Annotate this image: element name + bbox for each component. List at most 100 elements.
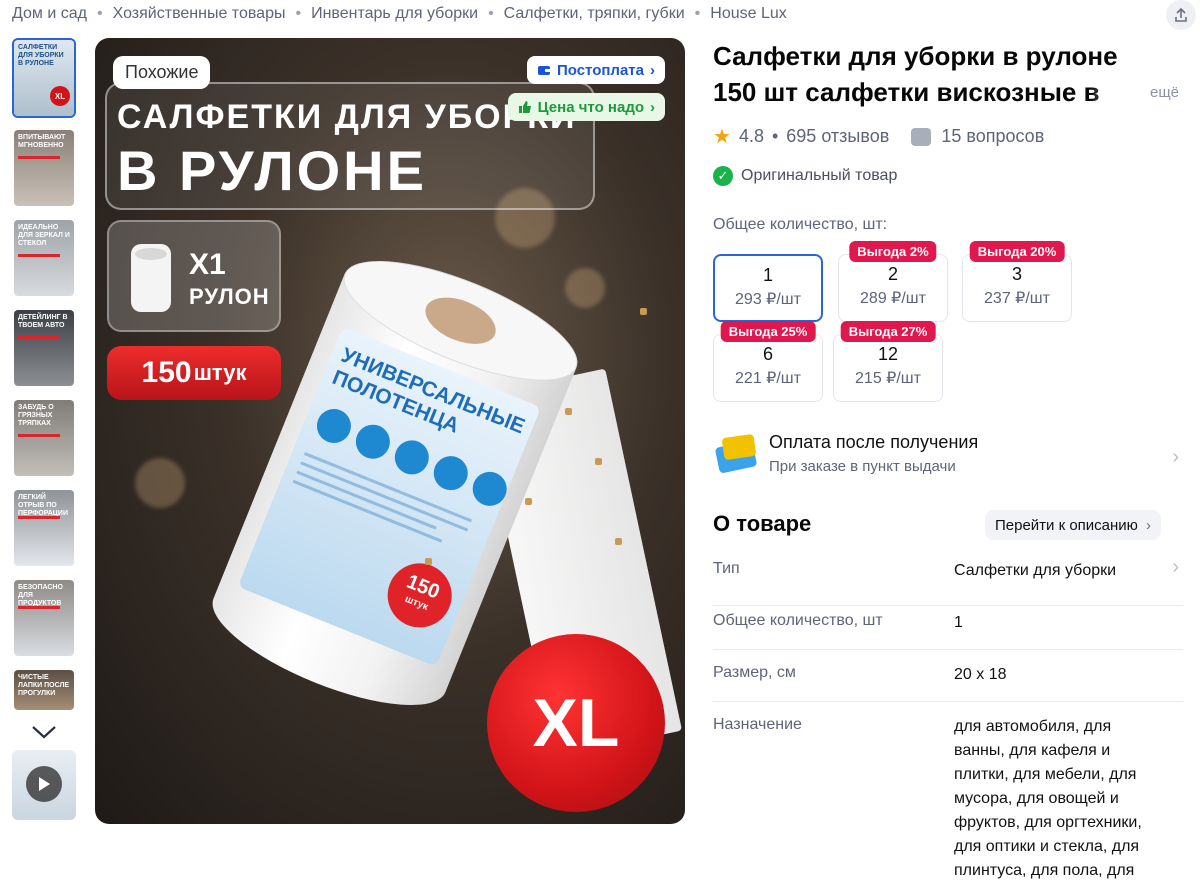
headline-line-2: В РУЛОНЕ: [117, 139, 427, 202]
spec-row[interactable]: Тип Салфетки для уборки ›: [713, 556, 1183, 606]
star-icon: ★: [713, 126, 731, 148]
option-qty: 2: [887, 264, 898, 284]
thumb-strip: [18, 434, 60, 437]
breadcrumb-separator: •: [488, 5, 494, 22]
discount-badge: Выгода 27%: [840, 321, 936, 342]
quantity-option[interactable]: Выгода 27% 12 215 ₽/шт: [833, 321, 943, 402]
product-title: Салфетки для уборки в рулоне 150 шт салф…: [713, 41, 1118, 107]
quantity-option[interactable]: Выгода 25% 6 221 ₽/шт: [713, 321, 823, 402]
breadcrumb-item[interactable]: Дом и сад: [12, 5, 87, 23]
rating-value: 4.8: [738, 126, 764, 146]
thumb-strip: [18, 254, 60, 257]
crumb-particle: [425, 558, 432, 565]
breadcrumb-item[interactable]: Инвентарь для уборки: [311, 5, 478, 23]
breadcrumb-separator: •: [96, 5, 103, 22]
questions-link[interactable]: 15 вопросов: [941, 126, 1044, 147]
reviews-link[interactable]: 695 отзывов: [786, 126, 889, 147]
title-fade: [1090, 78, 1150, 114]
gallery-video-thumb[interactable]: [12, 750, 76, 820]
crumb-particle: [565, 408, 572, 415]
spec-row: Общее количество, шт 1: [713, 608, 1183, 650]
check-icon: ✓: [713, 166, 733, 186]
chevron-right-icon: ›: [650, 61, 655, 79]
breadcrumb-item[interactable]: Хозяйственные товары: [113, 5, 286, 23]
option-price: 289 ₽/шт: [860, 290, 926, 307]
discount-badge: Выгода 2%: [849, 241, 937, 262]
original-label: Оригинальный товар: [741, 167, 898, 184]
package-count-badge: 150 штук: [378, 553, 462, 638]
option-qty: 6: [762, 344, 773, 364]
share-button[interactable]: [1166, 0, 1196, 30]
pieces-number: 150: [141, 356, 192, 389]
crumb-particle: [640, 308, 647, 315]
thumb-strip: [18, 336, 60, 339]
roll-count-box: X1 РУЛОН: [107, 220, 281, 332]
quantity-option[interactable]: Выгода 2% 2 289 ₽/шт: [838, 241, 948, 322]
spec-key: Общее количество, шт: [713, 612, 883, 629]
postpay-label: Постоплата: [556, 61, 644, 79]
gallery-thumb[interactable]: Безопасно для продуктов: [12, 578, 76, 658]
quantity-option[interactable]: 1 293 ₽/шт: [713, 254, 823, 322]
pieces-word: штук: [193, 360, 247, 385]
bokeh-light: [135, 458, 185, 508]
crumb-particle: [595, 458, 602, 465]
spec-value: для автомобиля, для ванны, для кафеля и …: [954, 718, 1142, 879]
breadcrumb-separator: •: [694, 5, 701, 22]
chevron-right-icon: ›: [1172, 446, 1179, 468]
option-qty: 1: [762, 265, 773, 285]
fair-price-badge[interactable]: Цена что надо ›: [507, 93, 665, 121]
payment-title: Оплата после получения: [769, 432, 979, 452]
goto-description-label: Перейти к описанию: [995, 516, 1138, 534]
spec-value: Салфетки для уборки: [954, 562, 1117, 579]
gallery-thumb[interactable]: Салфетки для уборки в рулоне XL: [12, 38, 76, 118]
chevron-down-icon: [32, 726, 56, 739]
main-product-image[interactable]: САЛФЕТКИ ДЛЯ УБОРКИ В РУЛОНЕ Похожие Пос…: [95, 38, 685, 824]
title-more-link[interactable]: ещё: [1150, 84, 1179, 101]
chevron-right-icon: ›: [650, 98, 655, 116]
roll-count: X1: [189, 248, 226, 281]
gallery-thumb[interactable]: Впитывают мгновенно: [12, 128, 76, 208]
option-price: 215 ₽/шт: [855, 370, 921, 387]
gallery-thumb[interactable]: Легкий отрыв по перфорации: [12, 488, 76, 568]
about-heading: О товаре: [713, 511, 812, 536]
wallet-icon: [537, 66, 550, 75]
paper-roll-icon: [131, 244, 171, 312]
roll-word: РУЛОН: [189, 284, 270, 309]
gallery-thumb[interactable]: Идеально для зеркал и стекол: [12, 218, 76, 298]
quantity-label: Общее количество, шт:: [713, 216, 888, 233]
spec-key: Назначение: [713, 716, 802, 733]
thumb-xl-badge: XL: [50, 86, 70, 106]
size-badge: XL: [487, 634, 665, 812]
thumbs-scroll-down-button[interactable]: [12, 714, 76, 750]
goto-description-button[interactable]: Перейти к описанию ›: [985, 510, 1161, 540]
spec-key: Размер, см: [713, 664, 796, 681]
rating-separator: •: [771, 126, 779, 146]
crumb-particle: [525, 498, 532, 505]
option-price: 293 ₽/шт: [735, 291, 801, 308]
option-qty: 3: [1011, 264, 1022, 284]
fair-price-label: Цена что надо: [537, 98, 644, 116]
payment-after-receipt[interactable]: Оплата после получения При заказе в пунк…: [713, 428, 1183, 484]
thumb-caption: Впитывают мгновенно: [18, 134, 66, 149]
thumb-caption: Салфетки для уборки в рулоне: [18, 44, 64, 67]
thumb-strip: [18, 156, 60, 159]
gallery-thumb[interactable]: Чистые лапки после прогулки: [12, 668, 76, 712]
thumb-caption: Безопасно для продуктов: [18, 584, 63, 607]
gallery-thumb[interactable]: Забудь о грязных тряпках: [12, 398, 76, 478]
similar-button[interactable]: Похожие: [113, 56, 211, 89]
postpay-badge[interactable]: Постоплата ›: [526, 56, 665, 84]
thumb-caption: Легкий отрыв по перфорации: [18, 494, 68, 517]
option-price: 221 ₽/шт: [735, 370, 801, 387]
share-icon: [1175, 7, 1187, 22]
dish-icon: [389, 435, 434, 480]
gallery-thumb[interactable]: Детейлинг в твоем авто: [12, 308, 76, 388]
breadcrumb: Дом и сад • Хозяйственные товары • Инвен…: [12, 4, 787, 24]
car-icon: [350, 419, 395, 464]
quantity-option[interactable]: Выгода 20% 3 237 ₽/шт: [962, 241, 1072, 322]
crumb-particle: [615, 538, 622, 545]
thumb-strip: [18, 606, 60, 609]
breadcrumb-item-brand[interactable]: House Lux: [710, 5, 787, 23]
option-price: 237 ₽/шт: [984, 290, 1050, 307]
payment-subtitle: При заказе в пункт выдачи: [769, 458, 956, 475]
breadcrumb-item[interactable]: Салфетки, тряпки, губки: [504, 5, 685, 23]
